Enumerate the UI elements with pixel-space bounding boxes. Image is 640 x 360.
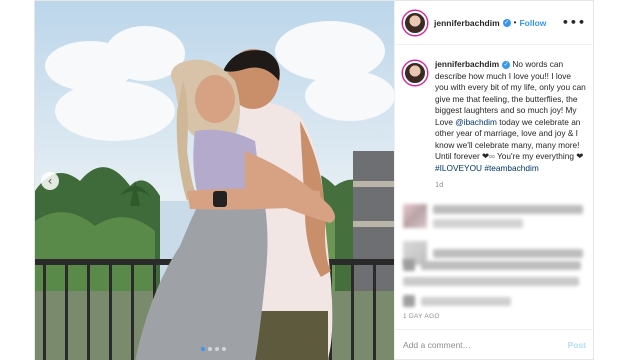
avatar[interactable] xyxy=(403,10,427,35)
avatar[interactable] xyxy=(403,61,427,85)
couple-figure xyxy=(135,49,335,360)
relative-time[interactable]: 1d xyxy=(435,179,586,191)
separator: • xyxy=(513,18,517,27)
header-username[interactable]: jenniferbachdim xyxy=(434,18,500,28)
blurred-like-bar xyxy=(403,295,511,307)
post-header: jenniferbachdim ✓ • Follow ••• xyxy=(395,1,594,45)
verified-badge-icon: ✓ xyxy=(502,60,511,69)
carousel-dot xyxy=(222,347,226,351)
carousel-prev-button[interactable]: ‹ xyxy=(41,172,59,190)
carousel-dot xyxy=(201,347,205,351)
caption-body: jenniferbachdim ✓ No words can describe h… xyxy=(435,59,586,191)
carousel-indicator xyxy=(201,347,226,351)
add-comment-input[interactable] xyxy=(403,339,553,350)
post-side-panel: jenniferbachdim ✓ • Follow ••• jenniferb… xyxy=(394,1,594,359)
carousel-dot xyxy=(208,347,212,351)
caption-comment: jenniferbachdim ✓ No words can describe h… xyxy=(395,45,594,191)
blurred-like-bar xyxy=(403,259,581,271)
carousel-dot xyxy=(215,347,219,351)
mention-link[interactable]: @ibachdim xyxy=(455,117,497,127)
post-photo[interactable]: ‹ xyxy=(35,1,394,360)
post-date[interactable]: 1 DAY AGO xyxy=(403,313,440,320)
instagram-post: ‹ jenniferbachdim ✓ • Follow ••• jennife… xyxy=(34,0,594,360)
post-comment-button[interactable]: Post xyxy=(568,340,586,350)
hashtag-links[interactable]: #ILOVEYOU #teambachdim xyxy=(435,163,539,173)
blurred-like-bar xyxy=(403,277,579,286)
verified-badge-icon: ✓ xyxy=(502,18,511,27)
blurred-comment xyxy=(403,204,583,228)
follow-button[interactable]: Follow xyxy=(519,18,546,28)
add-comment-bar: Post xyxy=(395,329,594,359)
caption-username[interactable]: jenniferbachdim xyxy=(435,59,499,69)
more-options-icon[interactable]: ••• xyxy=(562,16,586,29)
